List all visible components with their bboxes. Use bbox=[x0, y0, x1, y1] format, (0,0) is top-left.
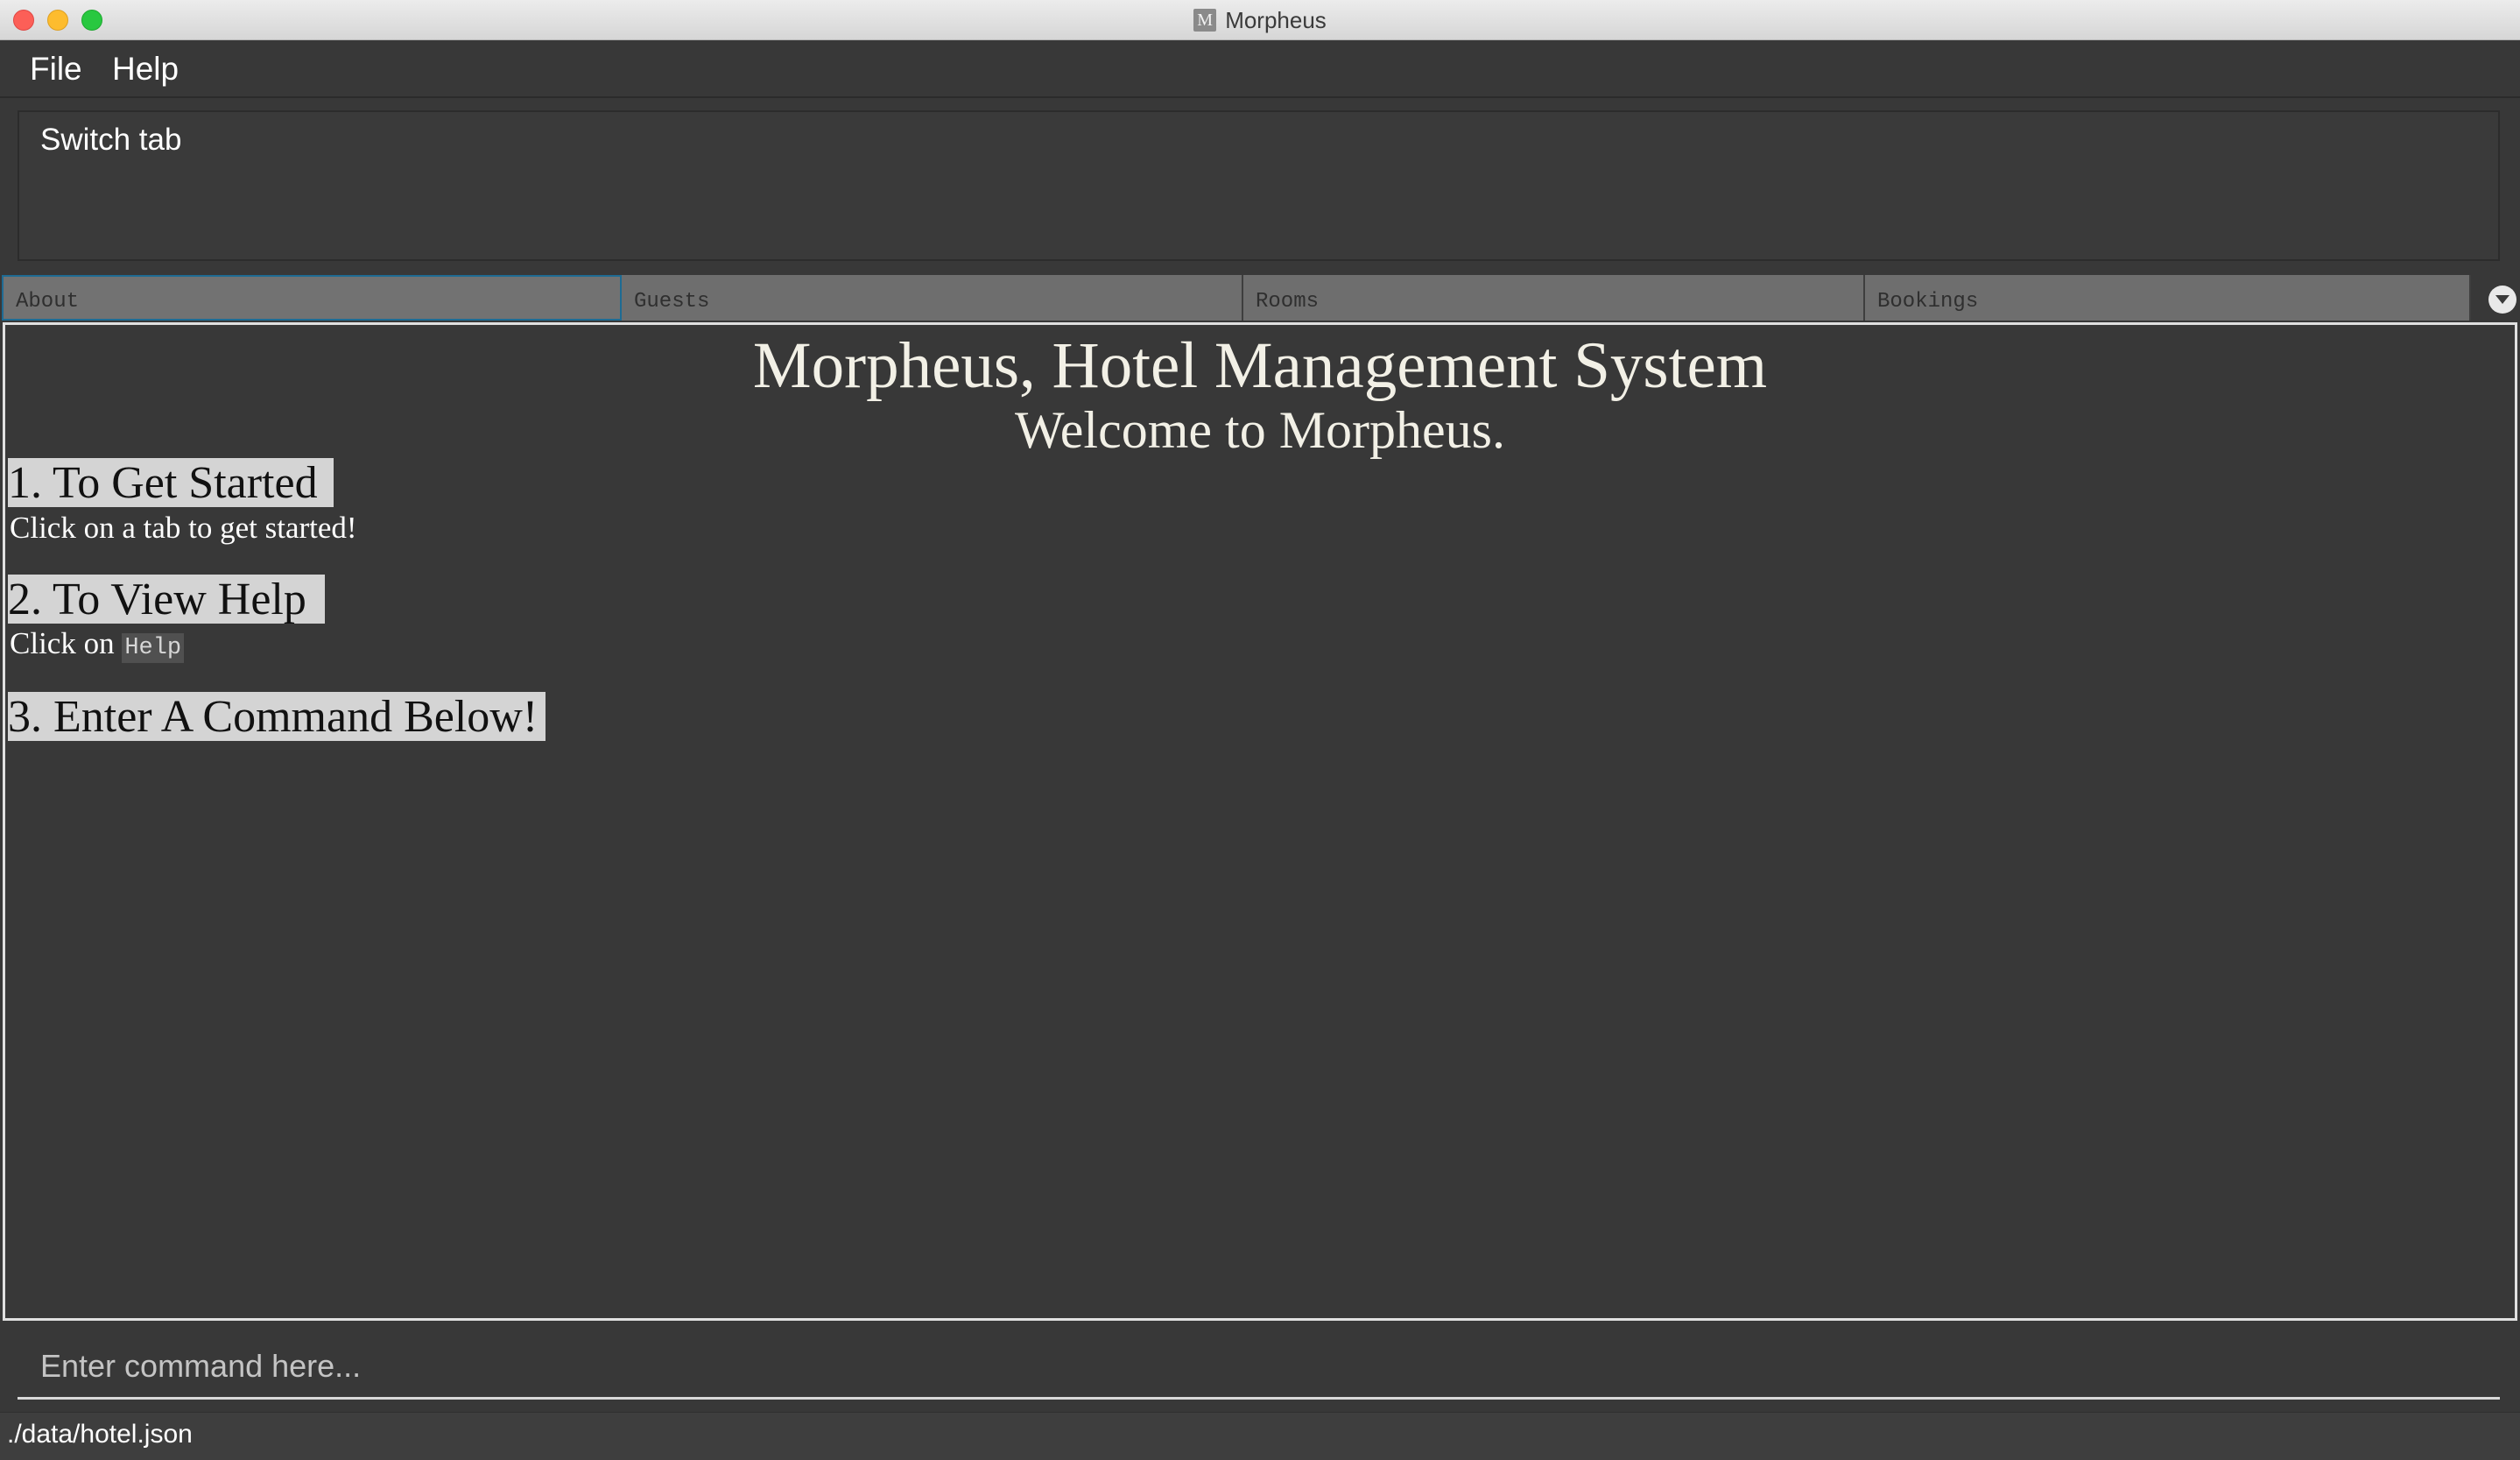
about-panel: Morpheus, Hotel Management System Welcom… bbox=[3, 322, 2517, 1321]
title-bar: M Morpheus bbox=[0, 0, 2520, 40]
page-title: Morpheus, Hotel Management System bbox=[752, 329, 1768, 402]
section-heading-get-started: 1. To Get Started bbox=[8, 458, 334, 508]
result-text: Switch tab bbox=[40, 123, 182, 157]
tab-bar: About Guests Rooms Bookings bbox=[0, 273, 2520, 322]
help-code: Help bbox=[122, 633, 185, 663]
window-title: Morpheus bbox=[1225, 6, 1327, 33]
result-display: Switch tab bbox=[18, 110, 2500, 261]
command-box bbox=[18, 1328, 2500, 1400]
tab-bookings[interactable]: Bookings bbox=[1865, 275, 2471, 321]
menu-help[interactable]: Help bbox=[112, 51, 179, 88]
tab-about[interactable]: About bbox=[2, 275, 622, 321]
app-icon: M bbox=[1193, 9, 1217, 32]
section-text-get-started: Click on a tab to get started! bbox=[10, 511, 357, 545]
section-heading-enter-command: 3. Enter A Command Below! bbox=[8, 692, 546, 742]
page-subtitle: Welcome to Morpheus. bbox=[1014, 401, 1506, 459]
command-input[interactable] bbox=[18, 1328, 2500, 1397]
menu-bar: File Help bbox=[0, 40, 2520, 98]
window-title-group: M Morpheus bbox=[0, 0, 2520, 40]
menu-file[interactable]: File bbox=[30, 51, 82, 88]
chevron-down-icon[interactable] bbox=[2488, 286, 2516, 314]
section-text-prefix: Click on bbox=[10, 626, 115, 660]
status-bar: ./data/hotel.json bbox=[0, 1412, 2520, 1460]
section-text-view-help: Click on Help bbox=[10, 626, 185, 663]
section-heading-view-help: 2. To View Help bbox=[8, 575, 325, 624]
status-file-path: ./data/hotel.json bbox=[7, 1420, 193, 1449]
tab-rooms[interactable]: Rooms bbox=[1243, 275, 1865, 321]
tab-guests[interactable]: Guests bbox=[622, 275, 1243, 321]
